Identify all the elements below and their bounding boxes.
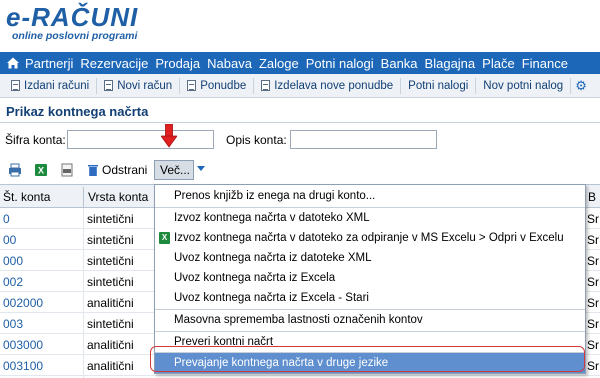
menu-item-izvoz-excel[interactable]: X Izvoz kontnega načrta v datoteko za od… bbox=[155, 228, 585, 248]
cell-extra: Sr bbox=[587, 233, 599, 247]
nav-nabava[interactable]: Nabava bbox=[207, 56, 252, 71]
cell-extra: Sr bbox=[587, 212, 599, 226]
sub-label: Izdani računi bbox=[24, 79, 90, 92]
cell-account-type: analitični bbox=[87, 296, 134, 310]
app-logo[interactable]: e-RAČUNI online poslovni programi bbox=[6, 4, 156, 44]
nav-prodaja[interactable]: Prodaja bbox=[155, 56, 200, 71]
menu-item-prenos-knjizb[interactable]: Prenos knjižb iz enega na drugi konto... bbox=[155, 186, 585, 206]
excel-export-icon[interactable]: X bbox=[34, 163, 48, 177]
svg-text:X: X bbox=[38, 166, 44, 176]
sub-nav: Izdani računi Novi račun Ponudbe Izdelav… bbox=[0, 74, 600, 98]
sub-label: Ponudbe bbox=[200, 79, 247, 92]
action-toolbar: X Odstrani Več... bbox=[0, 158, 600, 182]
nav-zaloge[interactable]: Zaloge bbox=[259, 56, 299, 71]
nav-blagajna[interactable]: Blagajna bbox=[425, 56, 476, 71]
menu-item-izvoz-xml[interactable]: Izvoz kontnega načrta v datoteko XML bbox=[155, 208, 585, 228]
nav-place[interactable]: Plače bbox=[482, 56, 515, 71]
cell-extra: Sr bbox=[587, 359, 599, 373]
sub-izdani-racuni[interactable]: Izdani računi bbox=[4, 77, 98, 94]
cell-account-number[interactable]: 002000 bbox=[3, 296, 43, 310]
cell-account-number[interactable]: 00 bbox=[3, 233, 16, 247]
chevron-down-icon[interactable] bbox=[197, 166, 205, 171]
logo-subtitle: online poslovni programi bbox=[12, 30, 138, 42]
delete-button[interactable]: Odstrani bbox=[88, 161, 147, 179]
menu-item-uvoz-excel[interactable]: Uvoz kontnega načrta iz Excela bbox=[155, 268, 585, 288]
excel-icon: X bbox=[159, 232, 170, 244]
delete-label: Odstrani bbox=[102, 163, 148, 177]
cell-account-number[interactable]: 003100 bbox=[3, 359, 43, 373]
cell-account-type: sintetični bbox=[87, 254, 134, 268]
nav-partnerji[interactable]: Partnerji bbox=[25, 56, 73, 71]
cell-account-type: analitični bbox=[87, 338, 134, 352]
document-icon bbox=[11, 80, 20, 91]
cell-extra: Sr bbox=[587, 275, 599, 289]
divider bbox=[0, 122, 600, 123]
more-button[interactable]: Več... bbox=[154, 160, 194, 180]
cell-account-type: analitični bbox=[87, 359, 134, 373]
print-icon[interactable] bbox=[8, 163, 22, 177]
sub-nov-potni-nalog[interactable]: Nov potni nalog bbox=[476, 77, 572, 94]
cell-account-number[interactable]: 003000 bbox=[3, 338, 43, 352]
main-nav: Partnerji Rezervacije Prodaja Nabava Zal… bbox=[0, 52, 600, 74]
menu-item-uvoz-excel-stari[interactable]: Uvoz kontnega načrta iz Excela - Stari bbox=[155, 288, 585, 308]
sub-label: Nov potni nalog bbox=[483, 79, 564, 92]
cell-account-number[interactable]: 000 bbox=[3, 254, 23, 268]
cell-account-number[interactable]: 003 bbox=[3, 317, 23, 331]
cell-extra: Sr bbox=[587, 254, 599, 268]
cell-account-type: sintetični bbox=[87, 212, 134, 226]
nav-rezervacije[interactable]: Rezervacije bbox=[80, 56, 148, 71]
document-icon bbox=[187, 80, 197, 91]
sub-label: Novi račun bbox=[117, 79, 173, 92]
cell-account-type: sintetični bbox=[87, 317, 134, 331]
logo-title: e-RAČUNI bbox=[6, 2, 139, 32]
gear-icon[interactable]: ⚙ bbox=[575, 78, 587, 94]
home-icon[interactable] bbox=[6, 56, 20, 70]
xml-export-icon[interactable] bbox=[60, 163, 74, 177]
cell-account-type: sintetični bbox=[87, 233, 134, 247]
document-icon bbox=[104, 80, 114, 91]
nav-banka[interactable]: Banka bbox=[381, 56, 418, 71]
opis-konta-label: Opis konta: bbox=[226, 133, 287, 147]
nav-potni-nalogi[interactable]: Potni nalogi bbox=[306, 56, 374, 71]
sub-potni-nalogi[interactable]: Potni nalogi bbox=[401, 77, 477, 94]
menu-item-label: Izvoz kontnega načrta v datoteko za odpi… bbox=[174, 232, 564, 244]
cell-account-number[interactable]: 002 bbox=[3, 275, 23, 289]
nav-finance[interactable]: Finance bbox=[522, 56, 568, 71]
sub-label: Izdelava nove ponudbe bbox=[274, 79, 394, 92]
column-divider[interactable] bbox=[83, 187, 84, 207]
cell-extra: Sr bbox=[587, 317, 599, 331]
annotation-arrow-icon bbox=[161, 124, 177, 148]
column-header-st-konta[interactable]: Št. konta bbox=[3, 190, 50, 204]
cell-account-type: sintetični bbox=[87, 275, 134, 289]
cell-account-number[interactable]: 0 bbox=[3, 212, 10, 226]
document-icon bbox=[261, 80, 271, 91]
sifra-konta-input[interactable] bbox=[67, 130, 214, 149]
sub-label: Potni nalogi bbox=[408, 79, 469, 92]
opis-konta-input[interactable] bbox=[290, 130, 437, 149]
menu-item-uvoz-xml[interactable]: Uvoz kontnega načrta iz datoteke XML bbox=[155, 248, 585, 268]
cell-extra: Sr bbox=[587, 296, 599, 310]
sub-izdelava-nove-ponudbe[interactable]: Izdelava nove ponudbe bbox=[254, 77, 402, 94]
cell-extra: Sr bbox=[587, 338, 599, 352]
trash-icon bbox=[88, 165, 98, 176]
sub-novi-racun[interactable]: Novi račun bbox=[97, 77, 181, 94]
page-title: Prikaz kontnega načrta bbox=[6, 104, 149, 119]
menu-item-masovna-sprememba[interactable]: Masovna sprememba lastnosti označenih ko… bbox=[155, 310, 585, 330]
sifra-konta-label: Šifra konta: bbox=[5, 133, 66, 147]
sub-ponudbe[interactable]: Ponudbe bbox=[180, 77, 255, 94]
annotation-highlight-frame bbox=[150, 346, 585, 372]
column-header-vrsta-konta[interactable]: Vrsta konta bbox=[88, 190, 148, 204]
column-header-b[interactable]: B bbox=[588, 190, 596, 204]
